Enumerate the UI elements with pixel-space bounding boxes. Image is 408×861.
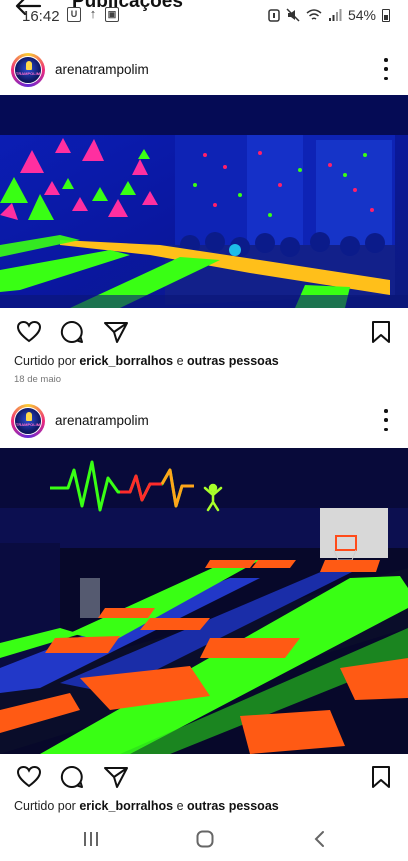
like-heart-icon[interactable] xyxy=(16,319,42,345)
avatar-logo: TRAMPOLIM xyxy=(14,56,42,84)
post-header: TRAMPOLIM arenatrampolim xyxy=(0,399,408,449)
signal-icon xyxy=(328,9,342,21)
more-options-icon[interactable] xyxy=(378,58,394,80)
post-photo[interactable] xyxy=(0,448,408,754)
others-link[interactable]: outras pessoas xyxy=(187,799,279,813)
status-time: 16:42 xyxy=(22,8,60,25)
others-link[interactable]: outras pessoas xyxy=(187,354,279,368)
notification-u-icon: U xyxy=(67,7,81,22)
wifi-icon xyxy=(306,9,322,20)
save-icon[interactable] xyxy=(368,319,394,345)
post-username[interactable]: arenatrampolim xyxy=(55,62,149,77)
more-options-icon[interactable] xyxy=(378,409,394,431)
home-icon[interactable] xyxy=(195,829,215,849)
save-icon[interactable] xyxy=(368,764,394,790)
status-bar: Publicações 16:42 U ↑ ▣ 54% xyxy=(0,0,408,36)
post-header: TRAMPOLIM arenatrampolim xyxy=(0,48,408,98)
avatar[interactable]: TRAMPOLIM xyxy=(11,53,45,87)
trampoline-park-photo xyxy=(0,448,408,754)
liked-by-user-link[interactable]: erick_borralhos xyxy=(79,799,173,813)
logo-figure xyxy=(26,61,32,70)
likes-mid: e xyxy=(173,354,188,368)
upload-icon: ↑ xyxy=(89,6,97,21)
post-username[interactable]: arenatrampolim xyxy=(55,413,149,428)
comment-icon[interactable] xyxy=(59,764,85,790)
avatar-logo: TRAMPOLIM xyxy=(14,407,42,435)
post-actions xyxy=(0,316,408,350)
share-icon[interactable] xyxy=(103,319,129,345)
liked-by-user-link[interactable]: erick_borralhos xyxy=(79,354,173,368)
comment-icon[interactable] xyxy=(59,319,85,345)
post-date: 18 de maio xyxy=(14,374,62,385)
likes-prefix: Curtido por xyxy=(14,354,80,368)
likes-summary: Curtido por erick_borralhos e outras pes… xyxy=(14,354,279,368)
notification-icons: U ↑ ▣ xyxy=(67,7,119,22)
mute-icon xyxy=(286,8,300,22)
logo-text: TRAMPOLIM xyxy=(15,422,41,427)
share-icon[interactable] xyxy=(103,764,129,790)
likes-mid: e xyxy=(173,799,188,813)
battery-percent: 54% xyxy=(347,7,376,23)
post-photo[interactable] xyxy=(0,95,408,308)
battery-icon xyxy=(382,8,390,22)
like-heart-icon[interactable] xyxy=(16,764,42,790)
avatar[interactable]: TRAMPOLIM xyxy=(11,404,45,438)
logo-text: TRAMPOLIM xyxy=(15,71,41,76)
status-indicators: 54% xyxy=(268,7,390,23)
system-navigation-bar xyxy=(0,817,408,861)
recent-apps-icon[interactable] xyxy=(81,829,101,849)
likes-prefix: Curtido por xyxy=(14,799,80,813)
alarm-icon xyxy=(268,9,280,22)
logo-figure xyxy=(26,412,32,421)
post-actions xyxy=(0,761,408,795)
likes-summary: Curtido por erick_borralhos e outras pes… xyxy=(14,799,279,813)
back-icon[interactable] xyxy=(310,829,330,849)
trampoline-park-photo xyxy=(0,95,408,308)
screenshot-icon: ▣ xyxy=(105,7,119,22)
